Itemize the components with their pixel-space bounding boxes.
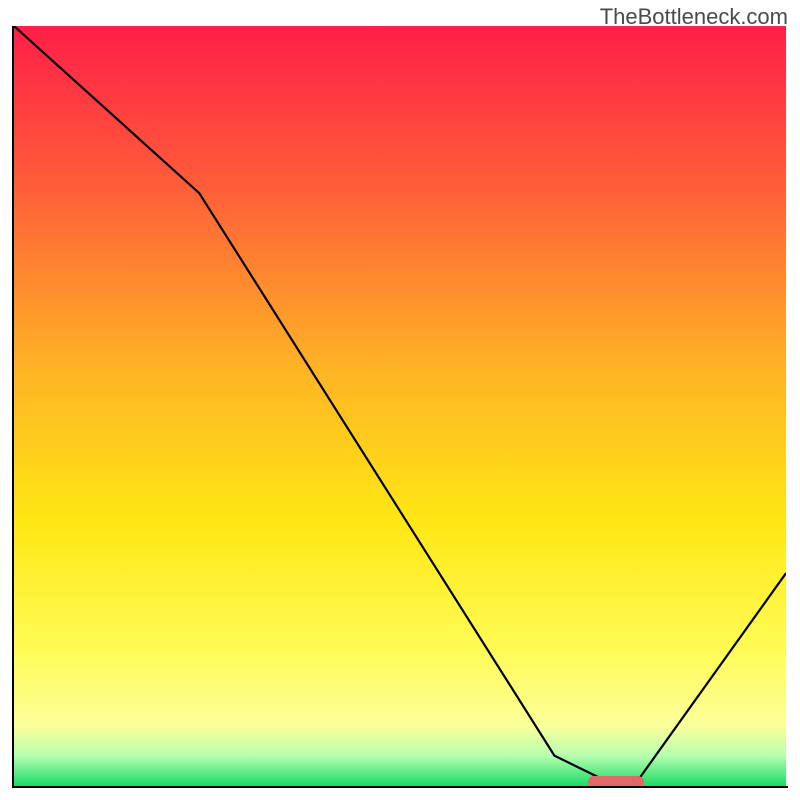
- watermark-text: TheBottleneck.com: [600, 4, 788, 30]
- chart-plot-area: [14, 26, 786, 786]
- y-axis-line: [12, 26, 14, 788]
- x-axis-line: [12, 786, 788, 788]
- bottleneck-curve: [14, 26, 786, 786]
